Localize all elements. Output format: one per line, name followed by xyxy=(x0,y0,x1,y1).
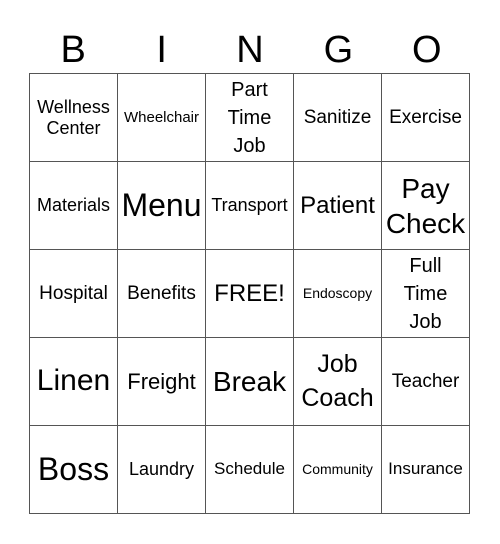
header-letter-o: O xyxy=(412,29,442,71)
header-letter-g: G xyxy=(323,29,354,71)
bingo-cell[interactable]: Hospital xyxy=(30,250,118,338)
bingo-header: B I N G O xyxy=(29,26,471,74)
bingo-cell[interactable]: Job Coach xyxy=(294,338,382,426)
bingo-cell[interactable]: Patient xyxy=(294,162,382,250)
header-letter-n: N xyxy=(236,29,264,71)
bingo-cell[interactable]: Teacher xyxy=(382,338,470,426)
bingo-cell[interactable]: Schedule xyxy=(206,426,294,514)
bingo-cell[interactable]: Boss xyxy=(30,426,118,514)
bingo-cell[interactable]: Endoscopy xyxy=(294,250,382,338)
bingo-cell[interactable]: Freight xyxy=(118,338,206,426)
bingo-cell[interactable]: Linen xyxy=(30,338,118,426)
bingo-cell[interactable]: Exercise xyxy=(382,74,470,162)
bingo-cell[interactable]: Transport xyxy=(206,162,294,250)
bingo-cell[interactable]: Break xyxy=(206,338,294,426)
bingo-grid: Wellness Center Wheelchair Part Time Job… xyxy=(29,73,470,514)
header-letter-b: B xyxy=(60,29,86,71)
bingo-cell[interactable]: Wheelchair xyxy=(118,74,206,162)
bingo-cell[interactable]: Full Time Job xyxy=(382,250,470,338)
bingo-cell[interactable]: Materials xyxy=(30,162,118,250)
bingo-cell[interactable]: Sanitize xyxy=(294,74,382,162)
bingo-cell[interactable]: Community xyxy=(294,426,382,514)
bingo-cell[interactable]: Menu xyxy=(118,162,206,250)
bingo-cell[interactable]: Pay Check xyxy=(382,162,470,250)
free-space[interactable]: FREE! xyxy=(206,250,294,338)
bingo-cell[interactable]: Insurance xyxy=(382,426,470,514)
bingo-cell[interactable]: Wellness Center xyxy=(30,74,118,162)
header-letter-i: I xyxy=(156,29,167,71)
bingo-cell[interactable]: Laundry xyxy=(118,426,206,514)
bingo-cell[interactable]: Part Time Job xyxy=(206,74,294,162)
bingo-cell[interactable]: Benefits xyxy=(118,250,206,338)
